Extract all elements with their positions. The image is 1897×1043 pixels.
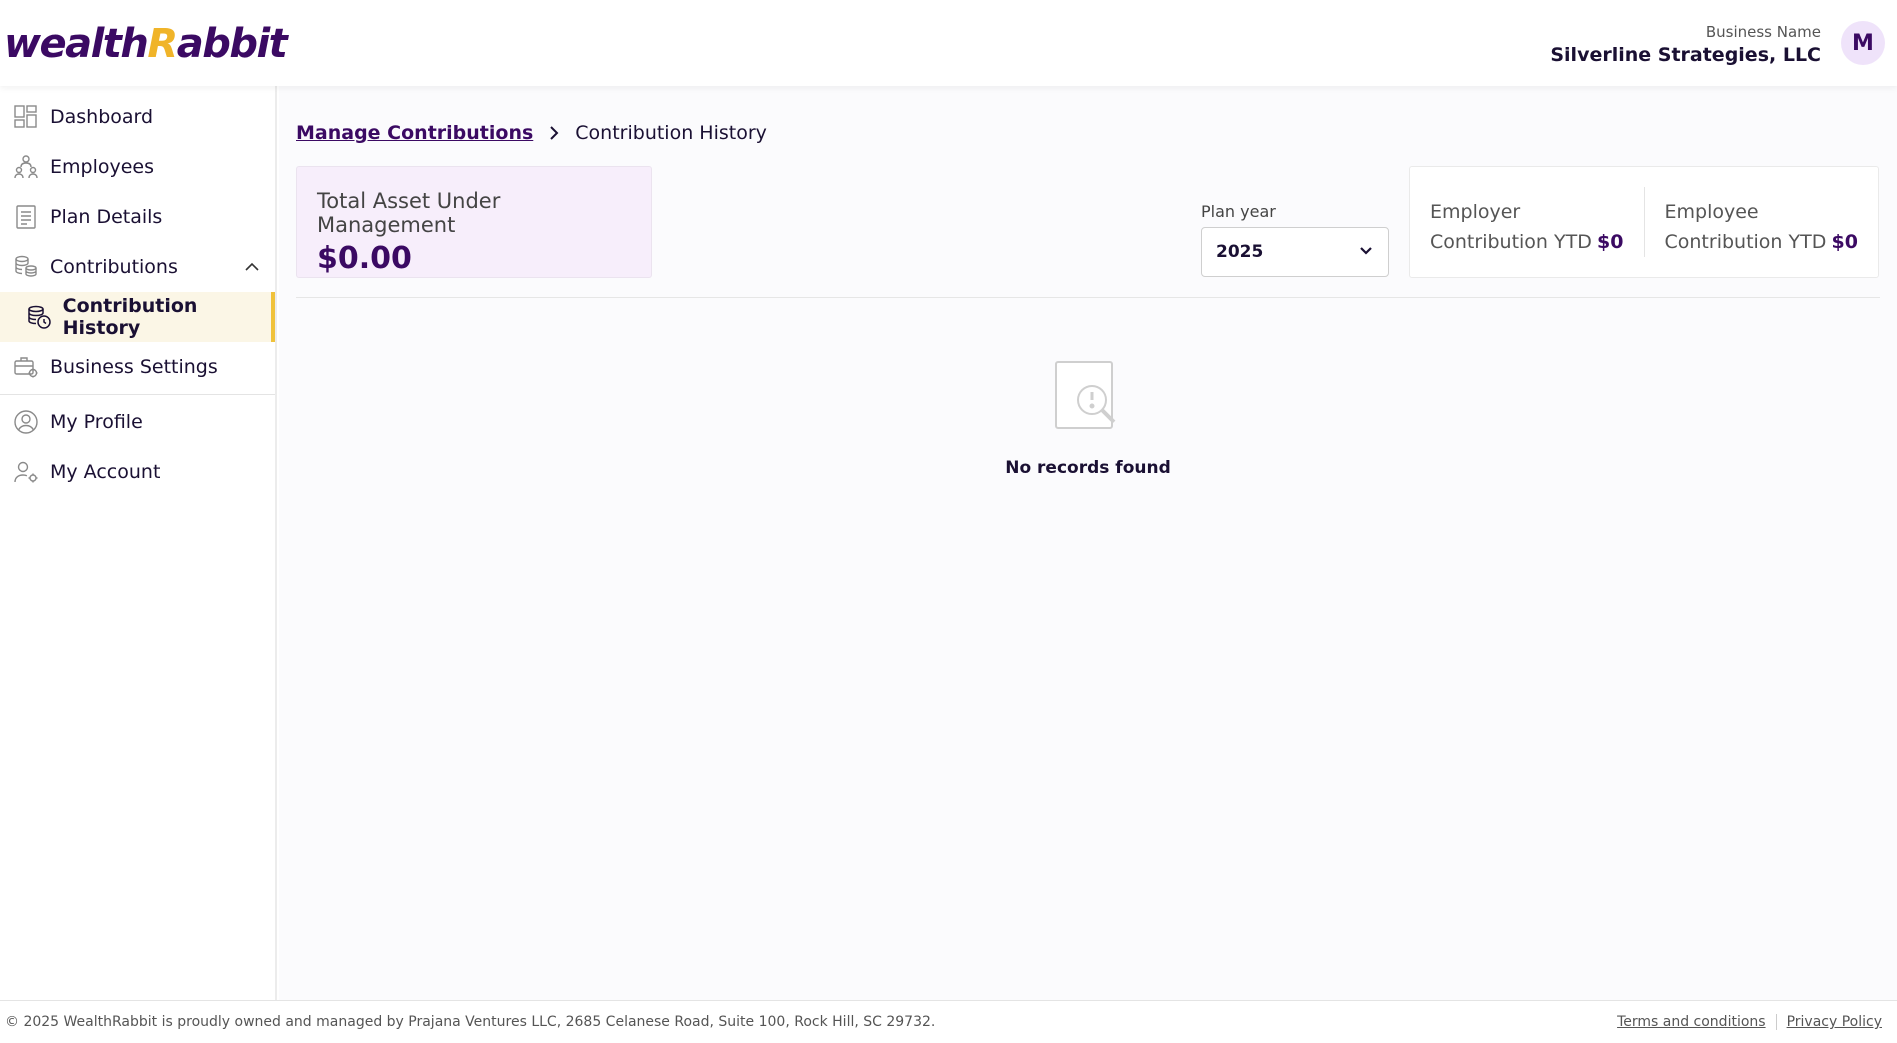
employee-contribution-ytd: Employee Contribution YTD $0	[1643, 187, 1879, 257]
sidebar-item-my-account[interactable]: My Account	[0, 447, 275, 497]
footer: © 2025 WealthRabbit is proudly owned and…	[0, 1000, 1897, 1043]
sidebar-item-my-profile[interactable]: My Profile	[0, 397, 275, 447]
employee-ytd-label-line1: Employee	[1664, 201, 1759, 223]
sidebar-item-contribution-history[interactable]: Contribution History	[0, 292, 275, 342]
sidebar-item-label: Contribution History	[62, 295, 198, 339]
plan-year-filter: Plan year 2025	[1201, 202, 1389, 277]
dashboard-icon	[12, 103, 40, 131]
plan-year-value: 2025	[1216, 242, 1264, 262]
employee-ytd-label-line2: Contribution YTD	[1664, 231, 1827, 253]
main-content: Manage Contributions Contribution Histor…	[279, 86, 1897, 1000]
employer-contribution-ytd: Employer Contribution YTD $0	[1410, 187, 1644, 257]
aum-card: Total Asset Under Management $0.00	[296, 166, 652, 278]
sidebar-item-business-settings[interactable]: Business Settings	[0, 342, 275, 392]
sidebar-item-contributions[interactable]: Contributions	[0, 242, 275, 292]
sidebar-item-label: Employees	[50, 156, 154, 178]
employer-ytd-label-line1: Employer	[1430, 201, 1521, 223]
chevron-up-icon[interactable]	[243, 258, 261, 281]
no-records-search-icon	[1048, 356, 1128, 440]
empty-state: No records found	[279, 356, 1897, 478]
content-divider	[296, 297, 1880, 298]
plan-details-icon	[12, 203, 40, 231]
sidebar-item-label: My Account	[50, 461, 161, 483]
top-header: wealthRabbit Business Name Silverline St…	[0, 0, 1897, 86]
footer-links: Terms and conditions Privacy Policy	[1607, 1014, 1892, 1030]
sidebar-item-label: Contributions	[50, 256, 178, 278]
sidebar-divider	[0, 394, 275, 395]
sidebar-item-employees[interactable]: Employees	[0, 142, 275, 192]
account-settings-icon	[12, 458, 40, 486]
contributions-icon	[12, 253, 40, 281]
empty-state-text: No records found	[1005, 458, 1171, 478]
business-settings-icon	[12, 353, 40, 381]
sidebar-item-plan-details[interactable]: Plan Details	[0, 192, 275, 242]
business-info: Business Name Silverline Strategies, LLC	[1550, 22, 1821, 68]
chevron-down-icon	[1358, 242, 1374, 263]
employer-ytd-label-line2: Contribution YTD	[1430, 231, 1592, 253]
breadcrumb-current: Contribution History	[575, 122, 767, 144]
breadcrumb: Manage Contributions Contribution Histor…	[296, 122, 767, 144]
aum-value: $0.00	[317, 241, 412, 276]
contribution-history-icon	[26, 303, 53, 331]
employees-icon	[12, 153, 40, 181]
employee-ytd-value: $0	[1831, 231, 1858, 253]
aum-label: Total Asset Under Management	[317, 189, 501, 237]
footer-copyright: © 2025 WealthRabbit is proudly owned and…	[5, 1014, 936, 1030]
avatar[interactable]: M	[1841, 21, 1885, 65]
sidebar: Dashboard Employees Plan Details Contrib…	[0, 86, 277, 1000]
terms-link[interactable]: Terms and conditions	[1607, 1014, 1776, 1030]
profile-icon	[12, 408, 40, 436]
sidebar-item-dashboard[interactable]: Dashboard	[0, 92, 275, 142]
breadcrumb-link-manage-contributions[interactable]: Manage Contributions	[296, 122, 533, 144]
sidebar-item-label: Plan Details	[50, 206, 163, 228]
privacy-link[interactable]: Privacy Policy	[1775, 1014, 1892, 1030]
chevron-right-icon	[547, 125, 561, 141]
employer-ytd-value: $0	[1597, 231, 1624, 253]
business-name: Silverline Strategies, LLC	[1550, 44, 1821, 66]
sidebar-item-label: Business Settings	[50, 356, 218, 378]
ytd-contributions-card: Employer Contribution YTD $0 Employee Co…	[1409, 166, 1879, 278]
plan-year-select[interactable]: 2025	[1201, 227, 1389, 277]
business-name-label: Business Name	[1705, 23, 1821, 41]
sidebar-item-label: Dashboard	[50, 106, 154, 128]
wealthrabbit-logo[interactable]: wealthRabbit	[4, 20, 288, 68]
plan-year-label: Plan year	[1201, 202, 1276, 221]
sidebar-item-label: My Profile	[50, 411, 143, 433]
